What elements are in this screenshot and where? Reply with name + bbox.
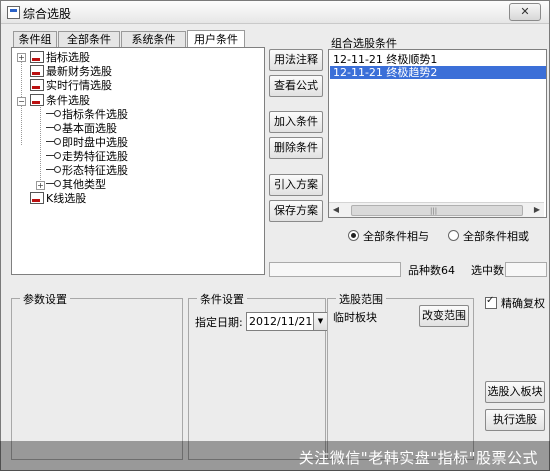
condition-settings-label: 条件设置 [197,291,247,307]
grip-icon: ||| [430,207,438,215]
close-button[interactable]: ✕ [509,3,541,21]
tab-all-conditions[interactable]: 全部条件 [58,31,120,48]
doc-chart-icon [30,192,44,204]
tree-item-financial[interactable]: 最新财务选股 [30,65,112,79]
app-icon [7,6,20,19]
tree-item-fundamental[interactable]: 基本面选股 [46,122,117,136]
key-icon [46,152,61,160]
tree-item-realtime[interactable]: 实时行情选股 [30,79,112,93]
doc-chart-icon [30,51,44,63]
change-range-button[interactable]: 改变范围 [419,305,469,327]
selected-count-box [505,262,547,277]
key-icon [46,180,61,188]
list-item[interactable]: 12-11-21 终极顺势1 [330,53,546,66]
precise-adjust-checkbox[interactable]: 精确复权 [485,295,545,311]
view-formula-button[interactable]: 查看公式 [269,75,323,97]
add-condition-button[interactable]: 加入条件 [269,111,323,133]
horizontal-scrollbar[interactable]: ◀ ||| ▶ [329,202,544,217]
window-title: 综合选股 [23,7,72,21]
scroll-right-icon[interactable]: ▶ [530,203,544,217]
tree-item-pattern-feature[interactable]: 形态特征选股 [46,164,128,178]
condition-tree[interactable]: + 指标选股 最新财务选股 实时行情选股 − 条件选股 指标条件选股 基本面选股… [11,47,265,275]
stock-picker-window: 综合选股 ✕ 条件组 全部条件 系统条件 用户条件 + 指标选股 最新财务选股 … [0,0,550,471]
params-label: 参数设置 [20,291,70,307]
title-bar: 综合选股 ✕ [1,1,549,24]
save-scheme-button[interactable]: 保存方案 [269,200,323,222]
expand-toggle[interactable]: + [17,53,26,62]
tree-item-other-types[interactable]: 其他类型 [46,178,106,192]
radio-unselected-icon [448,230,459,241]
import-scheme-button[interactable]: 引入方案 [269,174,323,196]
collapse-toggle[interactable]: − [17,97,26,106]
execute-selection-button[interactable]: 执行选股 [485,409,545,431]
chevron-down-icon[interactable]: ▼ [313,312,328,331]
radio-and-all[interactable]: 全部条件相与 [348,228,429,244]
date-label: 指定日期: [195,316,243,329]
range-label: 选股范围 [336,291,386,307]
date-picker[interactable]: 2012/11/21 [246,312,320,331]
key-icon [46,138,61,146]
doc-chart-icon [30,79,44,91]
key-icon [46,110,61,118]
doc-chart-icon [30,94,44,106]
radio-selected-icon [348,230,359,241]
select-to-block-button[interactable]: 选股入板块 [485,381,545,403]
tree-item-indicator-condition[interactable]: 指标条件选股 [46,108,128,122]
key-icon [46,124,61,132]
scroll-left-icon[interactable]: ◀ [329,203,343,217]
selected-count-label: 选中数 [471,264,504,277]
params-group: 参数设置 [11,291,183,460]
tab-system-conditions[interactable]: 系统条件 [121,31,186,48]
scrollbar-thumb[interactable]: ||| [351,205,523,216]
key-icon [46,166,61,174]
tree-item-trend-feature[interactable]: 走势特征选股 [46,150,128,164]
usage-notes-button[interactable]: 用法注释 [269,49,323,71]
range-value: 临时板块 [333,311,377,324]
delete-condition-button[interactable]: 删除条件 [269,137,323,159]
watermark-text: 关注微信"老韩实盘"指标"股票公式 [298,449,538,467]
expand-toggle[interactable]: + [36,181,45,190]
tree-guide-line [40,100,41,184]
radio-or-all[interactable]: 全部条件相或 [448,228,529,244]
tree-item-intraday[interactable]: 即时盘中选股 [46,136,128,150]
doc-chart-icon [30,65,44,77]
combo-conditions-list[interactable]: 12-11-21 终极顺势1 12-11-21 终极趋势2 ◀ ||| ▶ [328,49,547,218]
progress-bar [269,262,401,277]
checkbox-checked-icon [485,295,497,309]
list-item-selected[interactable]: 12-11-21 终极趋势2 [330,66,546,79]
count-label: 品种数64 [408,264,455,277]
tree-item-condition[interactable]: 条件选股 [30,94,90,108]
tree-item-kline[interactable]: K线选股 [30,192,86,206]
tab-condition-group[interactable]: 条件组 [13,31,57,48]
tree-item-indicator[interactable]: 指标选股 [30,51,90,65]
